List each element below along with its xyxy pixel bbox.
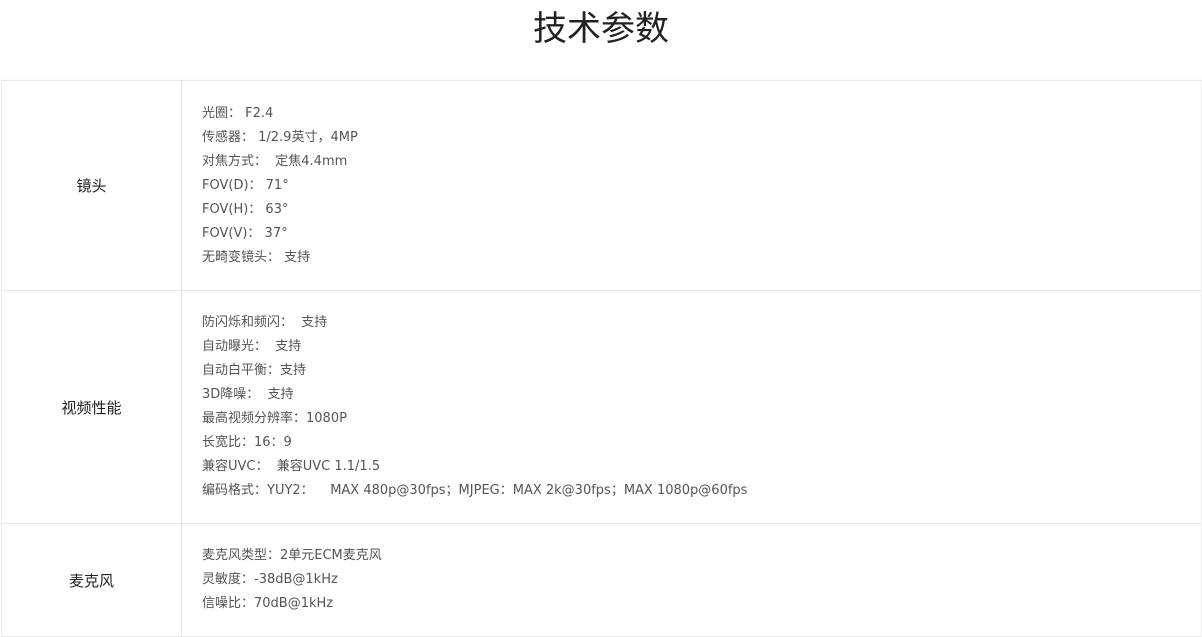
spec-item: 传感器： 1/2.9英寸，4MP	[202, 129, 358, 145]
spec-item: 3D降噪： 支持	[202, 387, 294, 402]
row-values-lens: 光圈： F2.4 传感器： 1/2.9英寸，4MP 对焦方式： 定焦4.4mm …	[182, 81, 1201, 290]
row-label-microphone: 麦克风	[2, 524, 182, 636]
spec-item: 编码格式：YUY2： MAX 480p@30fps；MJPEG：MAX 2k@3…	[202, 483, 748, 498]
spec-row-lens: 镜头 光圈： F2.4 传感器： 1/2.9英寸，4MP 对焦方式： 定焦4.4…	[2, 81, 1201, 291]
spec-table: 镜头 光圈： F2.4 传感器： 1/2.9英寸，4MP 对焦方式： 定焦4.4…	[1, 80, 1202, 637]
section-label: 视频性能	[61, 398, 122, 417]
section-label: 镜头	[76, 177, 107, 195]
row-label-lens: 镜头	[2, 81, 182, 290]
spec-item: FOV(V)： 37°	[202, 225, 288, 241]
spec-item: 光圈： F2.4	[202, 105, 274, 121]
spec-item: FOV(H)： 63°	[202, 201, 289, 217]
spec-item: 防闪烁和频闪： 支持	[202, 315, 328, 330]
spec-item: 长宽比：16：9	[202, 435, 292, 450]
spec-item: 最高视频分辨率：1080P	[202, 411, 347, 426]
spec-item: 无畸变镜头： 支持	[202, 249, 311, 265]
spec-row-video: 视频性能 防闪烁和频闪： 支持 自动曝光： 支持 自动白平衡：支持 3D降噪： …	[2, 291, 1201, 524]
spec-item: 对焦方式： 定焦4.4mm	[202, 153, 348, 169]
spec-item: 自动曝光： 支持	[202, 339, 302, 354]
row-values-video: 防闪烁和频闪： 支持 自动曝光： 支持 自动白平衡：支持 3D降噪： 支持 最高…	[182, 291, 1201, 523]
spec-item: 自动白平衡：支持	[202, 363, 307, 378]
spec-item: 信噪比：70dB@1kHz	[202, 596, 334, 611]
spec-item: 麦克风类型：2单元ECM麦克风	[202, 548, 382, 563]
section-label: 麦克风	[68, 571, 114, 590]
row-values-microphone: 麦克风类型：2单元ECM麦克风 灵敏度：-38dB@1kHz 信噪比：70dB@…	[182, 524, 1201, 636]
row-label-video: 视频性能	[2, 291, 182, 523]
spec-row-microphone: 麦克风 麦克风类型：2单元ECM麦克风 灵敏度：-38dB@1kHz 信噪比：7…	[2, 524, 1201, 637]
page-title: 技术参数	[533, 9, 669, 49]
spec-item: FOV(D)： 71°	[202, 177, 289, 193]
spec-item: 兼容UVC： 兼容UVC 1.1/1.5	[202, 459, 381, 474]
spec-item: 灵敏度：-38dB@1kHz	[202, 572, 338, 587]
